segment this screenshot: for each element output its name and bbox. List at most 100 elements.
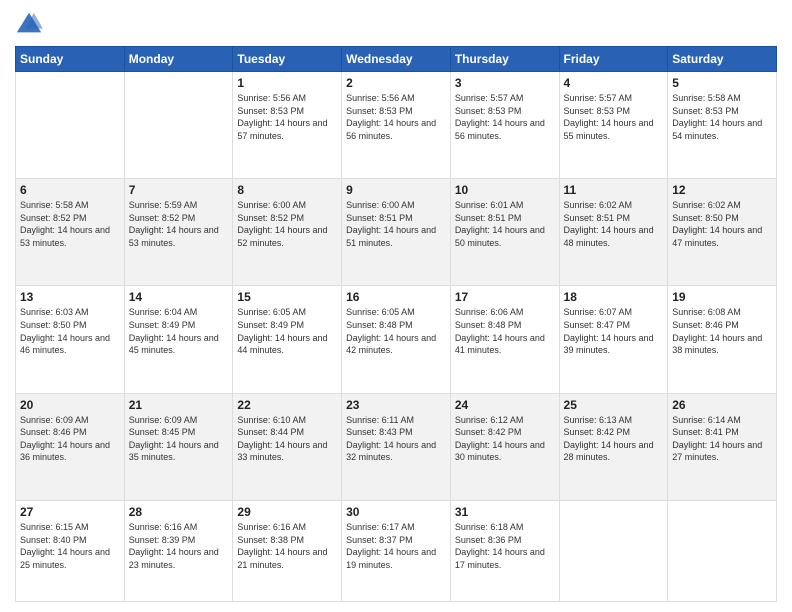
day-info: Sunrise: 6:05 AMSunset: 8:49 PMDaylight:…	[237, 306, 337, 356]
calendar-cell: 20 Sunrise: 6:09 AMSunset: 8:46 PMDayligh…	[16, 393, 125, 500]
calendar-week-row: 6Sunrise: 5:58 AMSunset: 8:52 PMDaylight…	[16, 179, 777, 286]
day-info: Sunrise: 5:56 AMSunset: 8:53 PMDaylight:…	[237, 92, 337, 142]
calendar-cell: 10 Sunrise: 6:01 AMSunset: 8:51 PMDayligh…	[450, 179, 559, 286]
day-number: 13	[20, 290, 120, 304]
calendar-cell: 14Sunrise: 6:04 AMSunset: 8:49 PMDayligh…	[124, 286, 233, 393]
day-number: 25	[564, 398, 664, 412]
day-info: Sunrise: 6:04 AMSunset: 8:49 PMDaylight:…	[129, 306, 229, 356]
calendar-cell: 8 Sunrise: 6:00 AMSunset: 8:52 PMDaylight…	[233, 179, 342, 286]
logo	[15, 10, 47, 38]
calendar-cell: 3 Sunrise: 5:57 AMSunset: 8:53 PMDaylight…	[450, 72, 559, 179]
day-info: Sunrise: 6:07 AMSunset: 8:47 PMDaylight:…	[564, 306, 664, 356]
calendar-cell: 31 Sunrise: 6:18 AMSunset: 8:36 PMDayligh…	[450, 500, 559, 601]
calendar-cell: 6Sunrise: 5:58 AMSunset: 8:52 PMDaylight…	[16, 179, 125, 286]
calendar-cell: 25 Sunrise: 6:13 AMSunset: 8:42 PMDayligh…	[559, 393, 668, 500]
calendar-header: SundayMondayTuesdayWednesdayThursdayFrid…	[16, 47, 777, 72]
page: SundayMondayTuesdayWednesdayThursdayFrid…	[0, 0, 792, 612]
calendar-week-row: 1 Sunrise: 5:56 AMSunset: 8:53 PMDaylight…	[16, 72, 777, 179]
day-info: Sunrise: 5:57 AMSunset: 8:53 PMDaylight:…	[564, 92, 664, 142]
day-info: Sunrise: 6:06 AMSunset: 8:48 PMDaylight:…	[455, 306, 555, 356]
day-info: Sunrise: 6:00 AMSunset: 8:51 PMDaylight:…	[346, 199, 446, 249]
weekday-header: Tuesday	[233, 47, 342, 72]
weekday-header: Friday	[559, 47, 668, 72]
day-info: Sunrise: 6:10 AMSunset: 8:44 PMDaylight:…	[237, 414, 337, 464]
day-number: 9	[346, 183, 446, 197]
calendar-cell: 29 Sunrise: 6:16 AMSunset: 8:38 PMDayligh…	[233, 500, 342, 601]
day-number: 12	[672, 183, 772, 197]
calendar-cell	[559, 500, 668, 601]
calendar-cell	[16, 72, 125, 179]
day-info: Sunrise: 6:16 AMSunset: 8:39 PMDaylight:…	[129, 521, 229, 571]
weekday-header: Thursday	[450, 47, 559, 72]
calendar-week-row: 20 Sunrise: 6:09 AMSunset: 8:46 PMDayligh…	[16, 393, 777, 500]
day-info: Sunrise: 6:14 AMSunset: 8:41 PMDaylight:…	[672, 414, 772, 464]
calendar-cell	[668, 500, 777, 601]
day-info: Sunrise: 6:08 AMSunset: 8:46 PMDaylight:…	[672, 306, 772, 356]
calendar-cell: 27 Sunrise: 6:15 AMSunset: 8:40 PMDayligh…	[16, 500, 125, 601]
calendar-table: SundayMondayTuesdayWednesdayThursdayFrid…	[15, 46, 777, 602]
day-info: Sunrise: 6:09 AMSunset: 8:45 PMDaylight:…	[129, 414, 229, 464]
calendar-cell: 19 Sunrise: 6:08 AMSunset: 8:46 PMDayligh…	[668, 286, 777, 393]
calendar-cell: 16 Sunrise: 6:05 AMSunset: 8:48 PMDayligh…	[342, 286, 451, 393]
calendar-cell: 18 Sunrise: 6:07 AMSunset: 8:47 PMDayligh…	[559, 286, 668, 393]
day-info: Sunrise: 6:02 AMSunset: 8:51 PMDaylight:…	[564, 199, 664, 249]
calendar-cell: 24 Sunrise: 6:12 AMSunset: 8:42 PMDayligh…	[450, 393, 559, 500]
calendar-cell: 28Sunrise: 6:16 AMSunset: 8:39 PMDayligh…	[124, 500, 233, 601]
calendar-body: 1 Sunrise: 5:56 AMSunset: 8:53 PMDaylight…	[16, 72, 777, 602]
day-info: Sunrise: 6:17 AMSunset: 8:37 PMDaylight:…	[346, 521, 446, 571]
day-number: 29	[237, 505, 337, 519]
day-number: 18	[564, 290, 664, 304]
day-number: 8	[237, 183, 337, 197]
day-number: 6	[20, 183, 120, 197]
day-info: Sunrise: 6:16 AMSunset: 8:38 PMDaylight:…	[237, 521, 337, 571]
day-info: Sunrise: 6:09 AMSunset: 8:46 PMDaylight:…	[20, 414, 120, 464]
day-number: 21	[129, 398, 229, 412]
day-number: 3	[455, 76, 555, 90]
day-number: 16	[346, 290, 446, 304]
calendar-cell: 7 Sunrise: 5:59 AMSunset: 8:52 PMDaylight…	[124, 179, 233, 286]
day-number: 22	[237, 398, 337, 412]
header	[15, 10, 777, 38]
day-info: Sunrise: 6:01 AMSunset: 8:51 PMDaylight:…	[455, 199, 555, 249]
calendar-cell: 5 Sunrise: 5:58 AMSunset: 8:53 PMDaylight…	[668, 72, 777, 179]
day-number: 31	[455, 505, 555, 519]
calendar-cell: 17 Sunrise: 6:06 AMSunset: 8:48 PMDayligh…	[450, 286, 559, 393]
day-info: Sunrise: 6:12 AMSunset: 8:42 PMDaylight:…	[455, 414, 555, 464]
day-number: 26	[672, 398, 772, 412]
calendar-week-row: 27 Sunrise: 6:15 AMSunset: 8:40 PMDayligh…	[16, 500, 777, 601]
weekday-header: Monday	[124, 47, 233, 72]
calendar-cell: 30 Sunrise: 6:17 AMSunset: 8:37 PMDayligh…	[342, 500, 451, 601]
day-number: 10	[455, 183, 555, 197]
day-number: 27	[20, 505, 120, 519]
calendar-cell: 9 Sunrise: 6:00 AMSunset: 8:51 PMDaylight…	[342, 179, 451, 286]
day-number: 11	[564, 183, 664, 197]
weekday-header: Wednesday	[342, 47, 451, 72]
day-info: Sunrise: 6:02 AMSunset: 8:50 PMDaylight:…	[672, 199, 772, 249]
day-info: Sunrise: 5:57 AMSunset: 8:53 PMDaylight:…	[455, 92, 555, 142]
logo-icon	[15, 10, 43, 38]
day-info: Sunrise: 6:05 AMSunset: 8:48 PMDaylight:…	[346, 306, 446, 356]
day-number: 15	[237, 290, 337, 304]
day-info: Sunrise: 5:59 AMSunset: 8:52 PMDaylight:…	[129, 199, 229, 249]
day-number: 1	[237, 76, 337, 90]
day-number: 19	[672, 290, 772, 304]
day-number: 24	[455, 398, 555, 412]
day-info: Sunrise: 5:58 AMSunset: 8:53 PMDaylight:…	[672, 92, 772, 142]
day-info: Sunrise: 6:15 AMSunset: 8:40 PMDaylight:…	[20, 521, 120, 571]
day-number: 30	[346, 505, 446, 519]
day-info: Sunrise: 6:13 AMSunset: 8:42 PMDaylight:…	[564, 414, 664, 464]
day-info: Sunrise: 6:00 AMSunset: 8:52 PMDaylight:…	[237, 199, 337, 249]
calendar-cell: 26 Sunrise: 6:14 AMSunset: 8:41 PMDayligh…	[668, 393, 777, 500]
day-number: 20	[20, 398, 120, 412]
day-number: 4	[564, 76, 664, 90]
calendar-cell: 21 Sunrise: 6:09 AMSunset: 8:45 PMDayligh…	[124, 393, 233, 500]
day-number: 7	[129, 183, 229, 197]
calendar-cell: 1 Sunrise: 5:56 AMSunset: 8:53 PMDaylight…	[233, 72, 342, 179]
calendar-cell: 12 Sunrise: 6:02 AMSunset: 8:50 PMDayligh…	[668, 179, 777, 286]
calendar-cell: 15 Sunrise: 6:05 AMSunset: 8:49 PMDayligh…	[233, 286, 342, 393]
day-info: Sunrise: 6:18 AMSunset: 8:36 PMDaylight:…	[455, 521, 555, 571]
calendar-cell: 11 Sunrise: 6:02 AMSunset: 8:51 PMDayligh…	[559, 179, 668, 286]
day-number: 5	[672, 76, 772, 90]
calendar-cell: 13Sunrise: 6:03 AMSunset: 8:50 PMDayligh…	[16, 286, 125, 393]
day-number: 17	[455, 290, 555, 304]
